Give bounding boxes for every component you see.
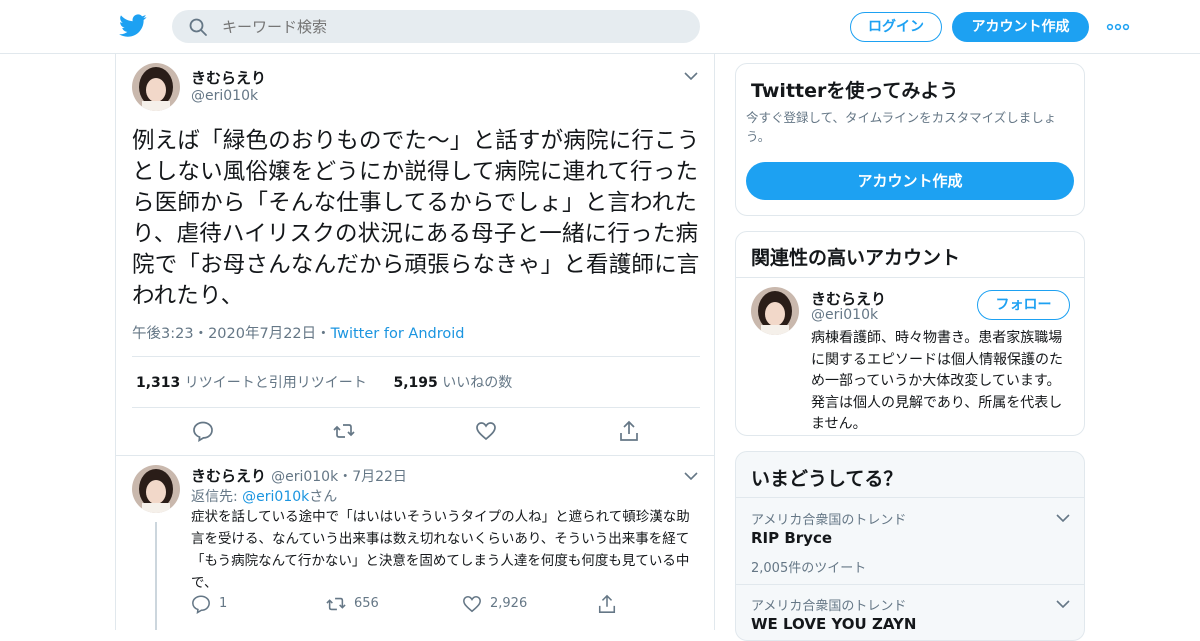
card-subtitle: 今すぐ登録して、タイムラインをカスタマイズしましょう。 — [746, 110, 1057, 144]
reply-text: 症状を話している途中で「はいはいそういうタイプの人ね」と遮られて頓珍漢な助言を受… — [191, 509, 690, 591]
tweet-column: きむらえり @eri010k 例えば「緑色のおりものでた〜」と話すが病院に行こう… — [115, 54, 715, 630]
trend-category: アメリカ合衆国のトレンド — [751, 599, 907, 614]
meta-separator: ・ — [316, 326, 331, 342]
trend-name[interactable]: RIP Bryce — [751, 529, 832, 547]
meta-separator: ・ — [338, 469, 353, 485]
trend-item[interactable]: アメリカ合衆国のトレンド RIP Bryce 2,005件のツイート — [736, 498, 1084, 584]
author-handle[interactable]: @eri010k — [191, 88, 258, 104]
avatar-photo-icon — [132, 465, 180, 513]
tweet-time[interactable]: 午後3:23 — [132, 326, 194, 342]
related-account-bio: 病棟看護師、時々物書き。患者家族職場に関するエピソードは個人情報保護のため一部っ… — [811, 330, 1063, 432]
retweet-count: 656 — [354, 596, 379, 611]
trend-category: アメリカ合衆国のトレンド — [751, 513, 907, 528]
reply-author-name[interactable]: きむらえり — [191, 467, 266, 485]
tweet-stats: 1,313 リツイートと引用リツイート 5,195 いいねの数 — [136, 372, 512, 392]
like-heart-icon[interactable] — [475, 420, 497, 442]
divider — [132, 407, 700, 408]
tweet-meta: 午後3:23・2020年7月22日・Twitter for Android — [132, 322, 464, 343]
divider — [116, 455, 714, 456]
retweet-icon[interactable] — [333, 420, 355, 442]
reply-to-handle-link[interactable]: @eri010k — [242, 489, 309, 505]
avatar[interactable] — [132, 465, 180, 513]
avatar[interactable] — [132, 63, 180, 111]
search-bar — [172, 10, 700, 43]
more-options-icon[interactable] — [1106, 22, 1130, 32]
avatar-photo-icon — [132, 63, 180, 111]
like-heart-icon[interactable] — [462, 594, 482, 614]
trend-tweet-count: 2,005件のツイート — [751, 561, 867, 576]
tweet-source-link[interactable]: Twitter for Android — [331, 326, 465, 342]
tweet-date[interactable]: 2020年7月22日 — [208, 326, 316, 342]
trends-card: いまどうしてる？ アメリカ合衆国のトレンド RIP Bryce 2,005件のツ… — [735, 451, 1085, 641]
chevron-down-icon[interactable] — [684, 472, 698, 480]
signup-card: Twitterを使ってみよう 今すぐ登録して、タイムラインをカスタマイズしましょ… — [735, 63, 1085, 216]
related-account-handle[interactable]: @eri010k — [811, 307, 878, 323]
chevron-down-icon[interactable] — [1056, 600, 1070, 608]
trend-item[interactable]: アメリカ合衆国のトレンド WE LOVE YOU ZAYN — [736, 585, 1084, 640]
related-accounts-card: 関連性の高いアカウント きむらえり @eri010k フォロー 病棟看護師、時々… — [735, 231, 1085, 436]
reply-author-handle[interactable]: @eri010k — [271, 469, 338, 485]
reply-icon[interactable] — [192, 420, 214, 442]
divider — [132, 356, 700, 357]
divider — [736, 277, 1084, 278]
thread-line — [155, 522, 157, 630]
reply-header: きむらえり @eri010k・7月22日 — [191, 465, 407, 486]
card-title: いまどうしてる？ — [751, 468, 903, 490]
retweet-count[interactable]: 1,313 リツイートと引用リツイート — [136, 375, 367, 391]
share-icon[interactable] — [597, 594, 617, 614]
reply-date[interactable]: 7月22日 — [352, 469, 407, 485]
signup-button[interactable]: アカウント作成 — [952, 12, 1089, 42]
trend-name[interactable]: WE LOVE YOU ZAYN — [751, 615, 916, 633]
search-icon — [189, 18, 207, 36]
tweet-text: 例えば「緑色のおりものでた〜」と話すが病院に行こうとしない風俗嬢をどうにか説得し… — [132, 128, 700, 309]
chevron-down-icon[interactable] — [684, 72, 698, 80]
retweet-icon[interactable] — [326, 594, 346, 614]
author-name[interactable]: きむらえり — [191, 67, 266, 88]
reply-count: 1 — [219, 596, 228, 611]
avatar[interactable] — [751, 287, 799, 335]
share-icon[interactable] — [618, 420, 640, 442]
reply-icon[interactable] — [191, 594, 211, 614]
avatar-photo-icon — [751, 287, 799, 335]
login-button[interactable]: ログイン — [850, 12, 942, 42]
card-title: 関連性の高いアカウント — [751, 247, 961, 269]
follow-button[interactable]: フォロー — [977, 290, 1070, 320]
related-account-name[interactable]: きむらえり — [811, 288, 886, 309]
like-count[interactable]: 5,195 いいねの数 — [393, 375, 512, 391]
twitter-bird-logo-icon[interactable] — [119, 14, 147, 38]
reply-to-line: 返信先: @eri010kさん — [191, 489, 338, 505]
meta-separator: ・ — [193, 326, 209, 342]
top-navigation-bar: ログイン アカウント作成 — [0, 0, 1200, 54]
signup-card-button[interactable]: アカウント作成 — [746, 162, 1074, 200]
like-count: 2,926 — [490, 596, 528, 611]
search-input[interactable] — [222, 10, 682, 43]
card-title: Twitterを使ってみよう — [751, 80, 959, 102]
chevron-down-icon[interactable] — [1056, 514, 1070, 522]
